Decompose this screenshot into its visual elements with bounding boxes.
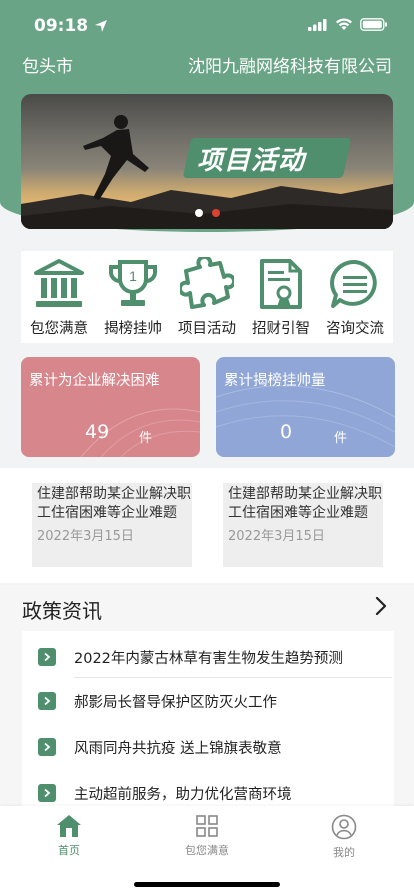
tab-label: 我的: [333, 846, 355, 859]
tab-label: 首页: [58, 844, 80, 857]
divider: [74, 677, 392, 678]
policy-item-title: 主动超前服务，助力优化营商环境: [74, 786, 292, 803]
wifi-icon: [336, 18, 352, 30]
policy-item[interactable]: 郝影局长督导保护区防灭火工作: [22, 679, 394, 723]
news-card[interactable]: 住建部帮助某企业解决职工住宿困难等企业难题 2022年3月15日: [32, 483, 192, 567]
chat-icon: [330, 259, 377, 308]
stat-card-solved[interactable]: 累计为企业解决困难 49 件: [21, 357, 200, 457]
city-selector[interactable]: 包头市: [22, 52, 73, 77]
policy-title: 政策资讯: [22, 599, 102, 623]
nav-label: 咨询交流: [326, 321, 384, 337]
nav-item-talent[interactable]: 招财引智: [245, 251, 317, 343]
nav-label: 包您满意: [30, 321, 88, 337]
policy-item-title: 2022年内蒙古林草有害生物发生趋势预测: [74, 650, 343, 667]
status-bar: 09:18: [0, 0, 414, 50]
carousel-dot[interactable]: [195, 209, 203, 217]
tab-satisfaction[interactable]: 包您满意: [157, 814, 257, 858]
policy-list: 2022年内蒙古林草有害生物发生趋势预测 郝影局长督导保护区防灭火工作 风雨同舟…: [22, 631, 394, 815]
stat-unit: 件: [334, 431, 348, 446]
banner-title: 项目活动: [197, 146, 306, 176]
banner-carousel[interactable]: 项目活动: [21, 94, 393, 229]
bank-icon: [34, 259, 84, 307]
policy-section: 政策资讯 2022年内蒙古林草有害生物发生趋势预测 郝影局长督导保护区防灭火工作…: [0, 585, 414, 815]
location-arrow-icon: [95, 20, 108, 32]
stat-title: 累计揭榜挂帅量: [224, 373, 326, 389]
nav-label: 招财引智: [252, 321, 310, 337]
nav-item-project[interactable]: 项目活动: [171, 251, 243, 343]
arrow-right-icon: [38, 784, 56, 802]
policy-item-title: 风雨同舟共抗疫 送上锦旗表敬意: [74, 740, 282, 757]
home-icon: [57, 815, 81, 837]
grid-icon: [196, 815, 218, 837]
certificate-icon: [260, 259, 302, 309]
stat-unit: 件: [139, 431, 153, 446]
status-icons: [308, 18, 388, 31]
nav-item-consult[interactable]: 咨询交流: [319, 251, 391, 343]
user-icon: [331, 814, 357, 840]
news-date: 2022年3月15日: [37, 529, 134, 544]
policy-item[interactable]: 2022年内蒙古林草有害生物发生趋势预测: [22, 635, 394, 679]
carousel-dot-active[interactable]: [212, 209, 220, 217]
chevron-right-icon[interactable]: [374, 595, 388, 617]
arrow-right-icon: [38, 648, 56, 666]
arrow-right-icon: [38, 692, 56, 710]
status-time-text: 09:18: [34, 16, 89, 36]
tab-label: 包您满意: [185, 844, 229, 857]
cellular-signal-icon: [308, 18, 327, 31]
trophy-icon: 1: [109, 260, 157, 306]
quick-nav: 包您满意 1 揭榜挂帅 项目活动 招财引智 咨询交流: [21, 251, 393, 343]
news-title: 住建部帮助某企业解决职工住宿困难等企业难题: [37, 486, 191, 521]
policy-item[interactable]: 风雨同舟共抗疫 送上锦旗表敬意: [22, 725, 394, 769]
news-date: 2022年3月15日: [228, 529, 325, 544]
tab-profile[interactable]: 我的: [294, 814, 394, 860]
news-card[interactable]: 住建部帮助某企业解决职工住宿困难等企业难题 2022年3月15日: [223, 483, 383, 567]
status-time: 09:18: [34, 16, 108, 36]
stat-card-challenge[interactable]: 累计揭榜挂帅量 0 件: [216, 357, 395, 457]
arrow-right-icon: [38, 738, 56, 756]
svg-text:1: 1: [129, 268, 137, 284]
policy-item-title: 郝影局长督导保护区防灭火工作: [74, 694, 277, 711]
company-name: 沈阳九融网络科技有限公司: [188, 57, 392, 77]
nav-item-satisfaction[interactable]: 包您满意: [23, 251, 95, 343]
puzzle-icon: [180, 257, 234, 309]
nav-label: 项目活动: [178, 321, 236, 337]
stat-value: 49: [85, 421, 110, 443]
battery-icon: [360, 18, 387, 31]
news-title: 住建部帮助某企业解决职工住宿困难等企业难题: [228, 486, 382, 521]
carousel-dots: [195, 209, 220, 217]
stats-row: 累计为企业解决困难 49 件 累计揭榜挂帅量 0 件: [21, 357, 395, 457]
nav-item-challenge[interactable]: 1 揭榜挂帅: [97, 251, 169, 343]
tab-home[interactable]: 首页: [19, 814, 119, 858]
nav-label: 揭榜挂帅: [104, 321, 162, 337]
home-indicator[interactable]: [134, 882, 280, 887]
stat-title: 累计为企业解决困难: [29, 373, 160, 389]
stat-value: 0: [280, 421, 293, 443]
news-section: 住建部帮助某企业解决职工住宿困难等企业难题 2022年3月15日 住建部帮助某企…: [0, 468, 414, 583]
